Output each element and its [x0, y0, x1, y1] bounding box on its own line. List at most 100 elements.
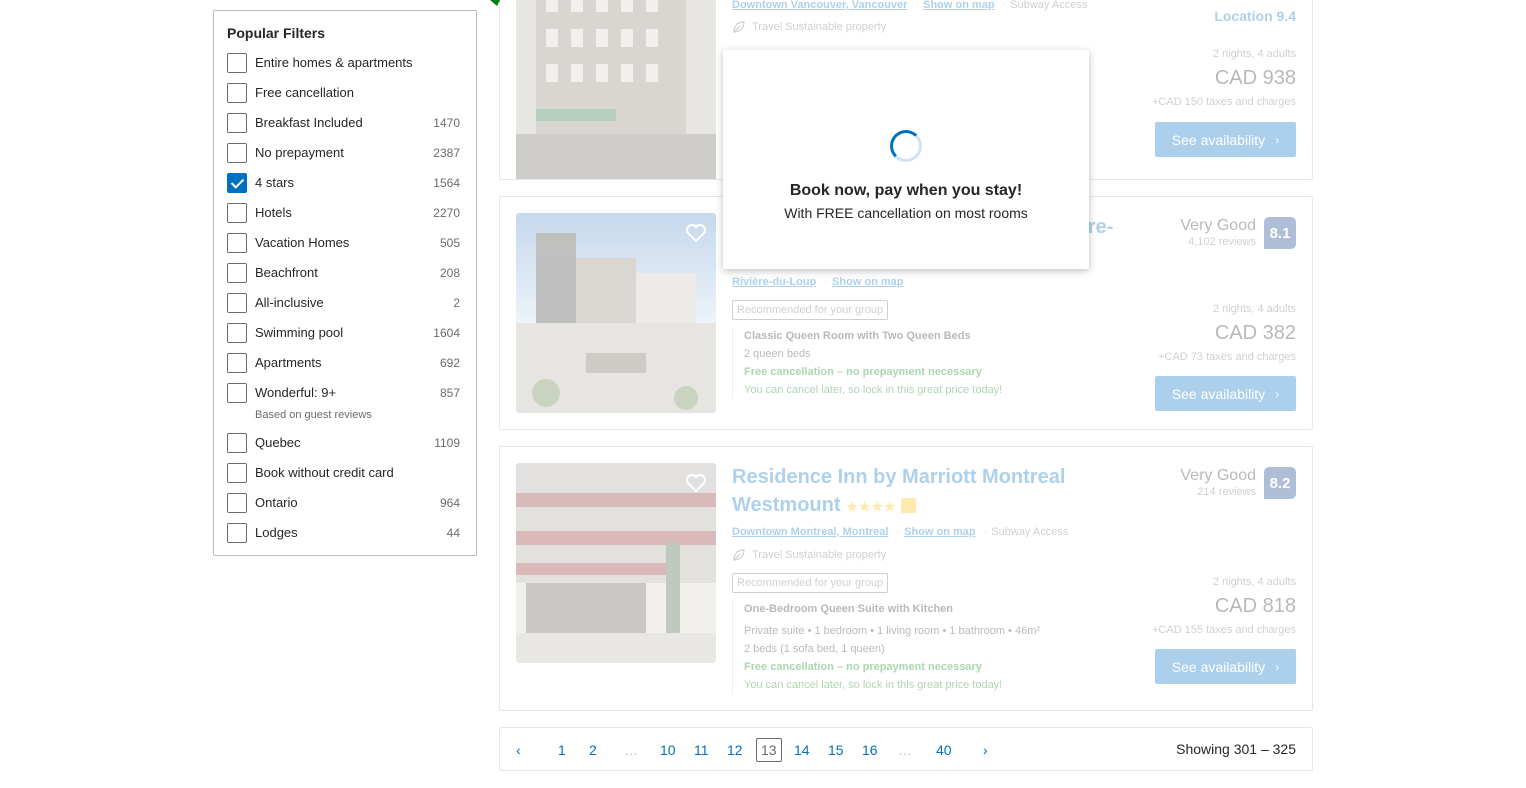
- next-page-button[interactable]: ›: [983, 740, 988, 760]
- filter-checkbox[interactable]: [227, 83, 247, 103]
- filter-label: Ontario: [255, 495, 298, 510]
- room-name: Classic Queen Room with Two Queen Beds: [744, 330, 971, 342]
- filter-option[interactable]: Breakfast Included 1470: [227, 113, 460, 143]
- chevron-right-icon: ›: [1275, 132, 1280, 147]
- free-cancellation: Free cancellation – no prepayment necess…: [744, 661, 982, 673]
- filter-count: 692: [439, 356, 460, 370]
- property-photo[interactable]: [516, 0, 716, 179]
- page-link[interactable]: 12: [727, 740, 743, 760]
- heart-icon[interactable]: [684, 221, 708, 245]
- price-block: 2 nights, 4 adults CAD 938 +CAD 150 taxe…: [1096, 47, 1296, 109]
- show-on-map-link[interactable]: Show on map: [923, 0, 995, 11]
- review-word: Very Good: [1180, 217, 1256, 234]
- page-link[interactable]: 14: [794, 740, 810, 760]
- filter-option[interactable]: Vacation Homes 505: [227, 233, 460, 263]
- filter-option[interactable]: All-inclusive 2: [227, 293, 460, 323]
- cancel-note: You can cancel later, so lock in this gr…: [744, 679, 1003, 691]
- filter-option[interactable]: Apartments 692: [227, 353, 460, 383]
- filter-checkbox[interactable]: [227, 113, 247, 133]
- price-block: 2 nights, 4 adults CAD 818 +CAD 155 taxe…: [1096, 575, 1296, 637]
- dialog-heading: Book now, pay when you stay!: [789, 182, 1023, 199]
- filter-label: Lodges: [255, 525, 298, 540]
- filter-label: Beachfront: [255, 265, 318, 280]
- filter-option[interactable]: Book without credit card: [227, 463, 460, 493]
- filter-option[interactable]: Beachfront 208: [227, 263, 460, 293]
- show-on-map-link[interactable]: Show on map: [904, 526, 976, 538]
- filter-count: 2270: [433, 206, 460, 220]
- filter-checkbox[interactable]: [227, 53, 247, 73]
- page-link[interactable]: 10: [660, 740, 676, 760]
- filter-checkbox[interactable]: [227, 353, 247, 373]
- filter-label: Quebec: [255, 435, 301, 450]
- price: CAD 818: [1214, 595, 1296, 617]
- location-link[interactable]: Downtown Vancouver, Vancouver: [732, 0, 907, 11]
- filter-checkbox[interactable]: [227, 263, 247, 283]
- loading-dialog: Book now, pay when you stay! With FREE c…: [723, 50, 1089, 269]
- filter-list: Entire homes & apartments Free cancellati…: [227, 53, 460, 553]
- filter-checkbox[interactable]: [227, 293, 247, 313]
- previous-page-button[interactable]: ‹: [516, 740, 521, 760]
- filter-label: Swimming pool: [255, 325, 344, 340]
- filter-checkbox[interactable]: [227, 143, 247, 163]
- filter-option[interactable]: Ontario 964: [227, 493, 460, 523]
- page-link[interactable]: 11: [694, 740, 709, 760]
- sustainable-badge: Travel Sustainable property: [732, 20, 886, 34]
- filter-checkbox[interactable]: [227, 383, 247, 403]
- free-cancellation: Free cancellation – no prepayment necess…: [744, 366, 982, 378]
- recommended-badge: Recommended for your group: [732, 573, 889, 593]
- filter-option[interactable]: No prepayment 2387: [227, 143, 460, 173]
- review-score[interactable]: Very Good 214 reviews 8.2: [1180, 467, 1296, 499]
- filter-option[interactable]: 4 stars 1564: [227, 173, 460, 203]
- filter-option[interactable]: Swimming pool 1604: [227, 323, 460, 353]
- leaf-icon: [733, 21, 745, 33]
- filter-checkbox[interactable]: [227, 203, 247, 223]
- review-score[interactable]: Very Good 4,102 reviews 8.1: [1180, 217, 1296, 249]
- filter-option[interactable]: Wonderful: 9+ 857 Based on guest reviews: [227, 383, 460, 433]
- filter-checkbox[interactable]: [227, 233, 247, 253]
- sustainable-label: Travel Sustainable property: [752, 549, 887, 561]
- taxes: +CAD 155 taxes and charges: [1151, 624, 1296, 636]
- location-link[interactable]: Downtown Montreal, Montreal: [732, 526, 888, 538]
- page-link[interactable]: 2: [589, 740, 597, 760]
- subway-access: Subway Access: [991, 526, 1069, 538]
- page-link[interactable]: 16: [862, 740, 878, 760]
- page-link[interactable]: 1: [558, 740, 566, 760]
- leaf-icon: [733, 549, 745, 561]
- dialog-subtext: With FREE cancellation on most rooms: [784, 205, 1028, 221]
- sustainable-badge: Travel Sustainable property: [732, 548, 886, 562]
- see-availability-button[interactable]: See availability ›: [1155, 122, 1296, 157]
- filter-option[interactable]: Lodges 44: [227, 523, 460, 553]
- price: CAD 938: [1214, 67, 1296, 89]
- page-link[interactable]: 15: [828, 740, 844, 760]
- filter-checkbox[interactable]: [227, 323, 247, 343]
- filter-checkbox[interactable]: [227, 433, 247, 453]
- filter-label: Free cancellation: [255, 85, 354, 100]
- see-availability-button[interactable]: See availability ›: [1155, 376, 1296, 411]
- filter-label: Vacation Homes: [255, 235, 350, 250]
- filter-checkbox[interactable]: [227, 523, 247, 543]
- filter-checkbox[interactable]: [227, 173, 247, 193]
- filter-checkbox[interactable]: [227, 493, 247, 513]
- property-location: Rivière-du-Loup · Show on map: [732, 276, 904, 288]
- heart-icon[interactable]: [684, 471, 708, 495]
- review-count: 214 reviews: [1197, 486, 1256, 498]
- property-photo[interactable]: [516, 213, 716, 413]
- filters-title: Popular Filters: [227, 25, 326, 41]
- pagination: ‹ 1 2 … 10 11 12 13 14 15 16 … 40 › Show…: [499, 727, 1313, 771]
- filter-option[interactable]: Quebec 1109: [227, 433, 460, 463]
- location-link[interactable]: Rivière-du-Loup: [732, 276, 816, 288]
- filter-count: 1470: [433, 116, 460, 130]
- see-availability-label: See availability: [1171, 658, 1266, 675]
- filter-checkbox[interactable]: [227, 463, 247, 483]
- property-photo[interactable]: [516, 463, 716, 663]
- recommended-badge: Recommended for your group: [732, 300, 889, 320]
- filter-option[interactable]: Hotels 2270: [227, 203, 460, 233]
- property-title[interactable]: Residence Inn by Marriott Montreal Westm…: [732, 463, 1152, 521]
- property-title-line1: Residence Inn by Marriott Montreal: [732, 466, 1066, 488]
- page-link[interactable]: 40: [936, 740, 952, 760]
- filter-option[interactable]: Free cancellation: [227, 83, 460, 113]
- see-availability-button[interactable]: See availability ›: [1155, 649, 1296, 684]
- filter-count: 1604: [433, 326, 460, 340]
- show-on-map-link[interactable]: Show on map: [832, 276, 904, 288]
- filter-option[interactable]: Entire homes & apartments: [227, 53, 460, 83]
